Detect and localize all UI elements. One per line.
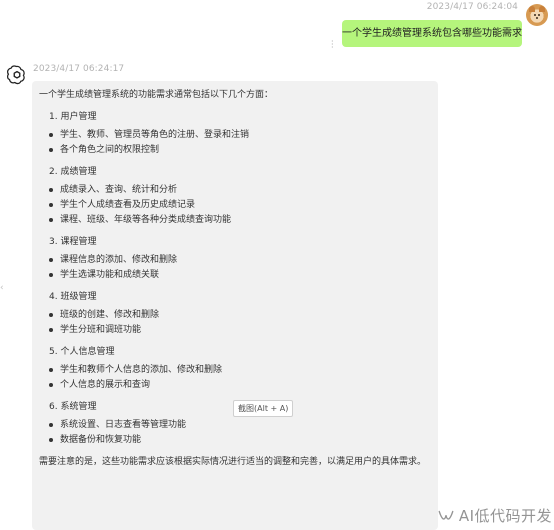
list-item: 数据备份和恢复功能	[49, 434, 431, 446]
list-item: 各个角色之间的权限控制	[49, 144, 431, 156]
screenshot-tooltip: 截图(Alt + A)	[233, 400, 294, 417]
list-item: 课程、班级、年级等各种分类成绩查询功能	[49, 214, 431, 226]
list-item-text: 个人信息的展示和查询	[60, 380, 151, 390]
bullet-icon	[49, 328, 53, 332]
section-course-management: 3. 课程管理 课程信息的添加、修改和删除 学生选课功能和成绩关联	[39, 236, 431, 281]
list-item-text: 学生分班和调班功能	[60, 325, 142, 335]
section-personal-info-management: 5. 个人信息管理 学生和教师个人信息的添加、修改和删除 个人信息的展示和查询	[39, 346, 431, 391]
list-item-text: 数据备份和恢复功能	[60, 435, 142, 445]
section-class-management: 4. 班级管理 班级的创建、修改和删除 学生分班和调班功能	[39, 291, 431, 336]
user-message-timestamp: 2023/4/17 06:24:04	[426, 2, 518, 12]
openai-logo-icon	[6, 65, 25, 85]
list-item: 学生个人成绩查看及历史成绩记录	[49, 199, 431, 211]
bullet-icon	[49, 133, 53, 137]
list-item-text: 成绩录入、查询、统计和分析	[60, 185, 178, 195]
section-title: 5. 个人信息管理	[49, 347, 115, 357]
bullet-icon	[49, 258, 53, 262]
bullet-icon	[49, 218, 53, 222]
ai-message-bubble: 一个学生成绩管理系统的功能需求通常包括以下几个方面： 1. 用户管理 学生、教师…	[32, 81, 438, 530]
watermark: AI低代码开发	[437, 505, 552, 526]
bullet-icon	[49, 148, 53, 152]
list-item: 系统设置、日志查看等管理功能	[49, 419, 431, 431]
bullet-icon	[49, 383, 53, 387]
section-user-management: 1. 用户管理 学生、教师、管理员等角色的注册、登录和注销 各个角色之间的权限控…	[39, 111, 431, 156]
list-item: 个人信息的展示和查询	[49, 379, 431, 391]
bullet-icon	[49, 203, 53, 207]
bullet-icon	[49, 368, 53, 372]
bullet-icon	[49, 438, 53, 442]
section-title: 2. 成绩管理	[49, 167, 97, 177]
bullet-icon	[49, 273, 53, 277]
list-item-text: 各个角色之间的权限控制	[60, 145, 160, 155]
ai-intro-text: 一个学生成绩管理系统的功能需求通常包括以下几个方面：	[39, 90, 274, 100]
list-item: 学生和教师个人信息的添加、修改和删除	[49, 364, 431, 376]
user-message-bubble[interactable]: 一个学生成绩管理系统包含哪些功能需求	[342, 20, 522, 47]
list-item-text: 课程信息的添加、修改和删除	[60, 255, 178, 265]
chevron-left-icon[interactable]: ‹	[0, 283, 4, 293]
list-item: 课程信息的添加、修改和删除	[49, 254, 431, 266]
list-item: 学生选课功能和成绩关联	[49, 269, 431, 281]
list-item: 成绩录入、查询、统计和分析	[49, 184, 431, 196]
list-item-text: 课程、班级、年级等各种分类成绩查询功能	[60, 215, 232, 225]
user-avatar-icon[interactable]	[526, 4, 548, 26]
ai-outro-text: 需要注意的是，这些功能需求应该根据实际情况进行适当的调整和完善，以满足用户的具体…	[39, 457, 427, 467]
wechat-channel-icon	[438, 510, 454, 520]
list-item-text: 学生和教师个人信息的添加、修改和删除	[60, 365, 223, 375]
ai-message-timestamp: 2023/4/17 06:24:17	[33, 64, 125, 74]
section-grade-management: 2. 成绩管理 成绩录入、查询、统计和分析 学生个人成绩查看及历史成绩记录 课程…	[39, 166, 431, 226]
more-options-icon[interactable]: · · ·	[331, 38, 334, 52]
list-item-text: 系统设置、日志查看等管理功能	[60, 420, 187, 430]
bullet-icon	[49, 313, 53, 317]
list-item-text: 学生、教师、管理员等角色的注册、登录和注销	[60, 130, 250, 140]
section-title: 4. 班级管理	[49, 292, 97, 302]
section-title: 1. 用户管理	[49, 112, 97, 122]
list-item-text: 班级的创建、修改和删除	[60, 310, 160, 320]
list-item: 班级的创建、修改和删除	[49, 309, 431, 321]
list-item: 学生分班和调班功能	[49, 324, 431, 336]
list-item-text: 学生选课功能和成绩关联	[60, 270, 160, 280]
list-item-text: 学生个人成绩查看及历史成绩记录	[60, 200, 196, 210]
list-item: 学生、教师、管理员等角色的注册、登录和注销	[49, 129, 431, 141]
bullet-icon	[49, 188, 53, 192]
watermark-text: AI低代码开发	[458, 507, 552, 525]
section-title: 3. 课程管理	[49, 237, 97, 247]
bullet-icon	[49, 423, 53, 427]
